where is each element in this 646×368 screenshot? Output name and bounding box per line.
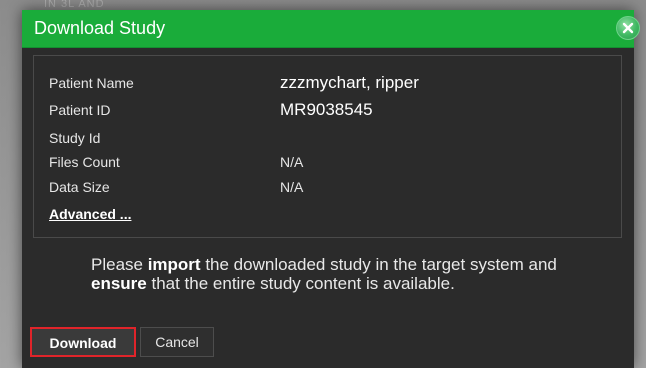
data-size-value: N/A xyxy=(280,179,304,195)
close-icon[interactable] xyxy=(616,16,640,40)
study-info-panel: Patient Name zzzmychart, ripper Patient … xyxy=(33,55,622,238)
download-study-dialog: Download Study Patient Name zzzmychart, … xyxy=(22,10,640,368)
import-notice: Please import the downloaded study in th… xyxy=(91,255,561,293)
patient-name-label: Patient Name xyxy=(49,75,134,91)
notice-text-1: Please xyxy=(91,255,148,274)
patient-id-value: MR9038545 xyxy=(280,100,373,119)
patient-id-row: Patient ID MR9038545 xyxy=(49,100,609,120)
notice-text-2: the downloaded study in the target syste… xyxy=(200,255,557,274)
study-id-row: Study Id xyxy=(49,128,609,148)
files-count-value: N/A xyxy=(280,154,304,170)
patient-id-label: Patient ID xyxy=(49,102,111,118)
advanced-link[interactable]: Advanced ... xyxy=(49,206,131,222)
dialog-titlebar: Download Study xyxy=(22,10,640,48)
download-button[interactable]: Download xyxy=(30,327,136,357)
data-size-row: Data Size N/A xyxy=(49,177,609,197)
background-text: IN 3L AND xyxy=(44,0,105,10)
patient-name-value: zzzmychart, ripper xyxy=(280,73,419,92)
notice-text-3: that the entire study content is availab… xyxy=(146,274,455,293)
files-count-row: Files Count N/A xyxy=(49,152,609,172)
cancel-button[interactable]: Cancel xyxy=(140,327,214,357)
notice-bold-ensure: ensure xyxy=(91,274,147,293)
study-id-label: Study Id xyxy=(49,130,101,146)
data-size-label: Data Size xyxy=(49,179,110,195)
dialog-title: Download Study xyxy=(34,18,166,38)
notice-bold-import: import xyxy=(147,255,201,274)
files-count-label: Files Count xyxy=(49,154,120,170)
patient-name-row: Patient Name zzzmychart, ripper xyxy=(49,73,609,93)
